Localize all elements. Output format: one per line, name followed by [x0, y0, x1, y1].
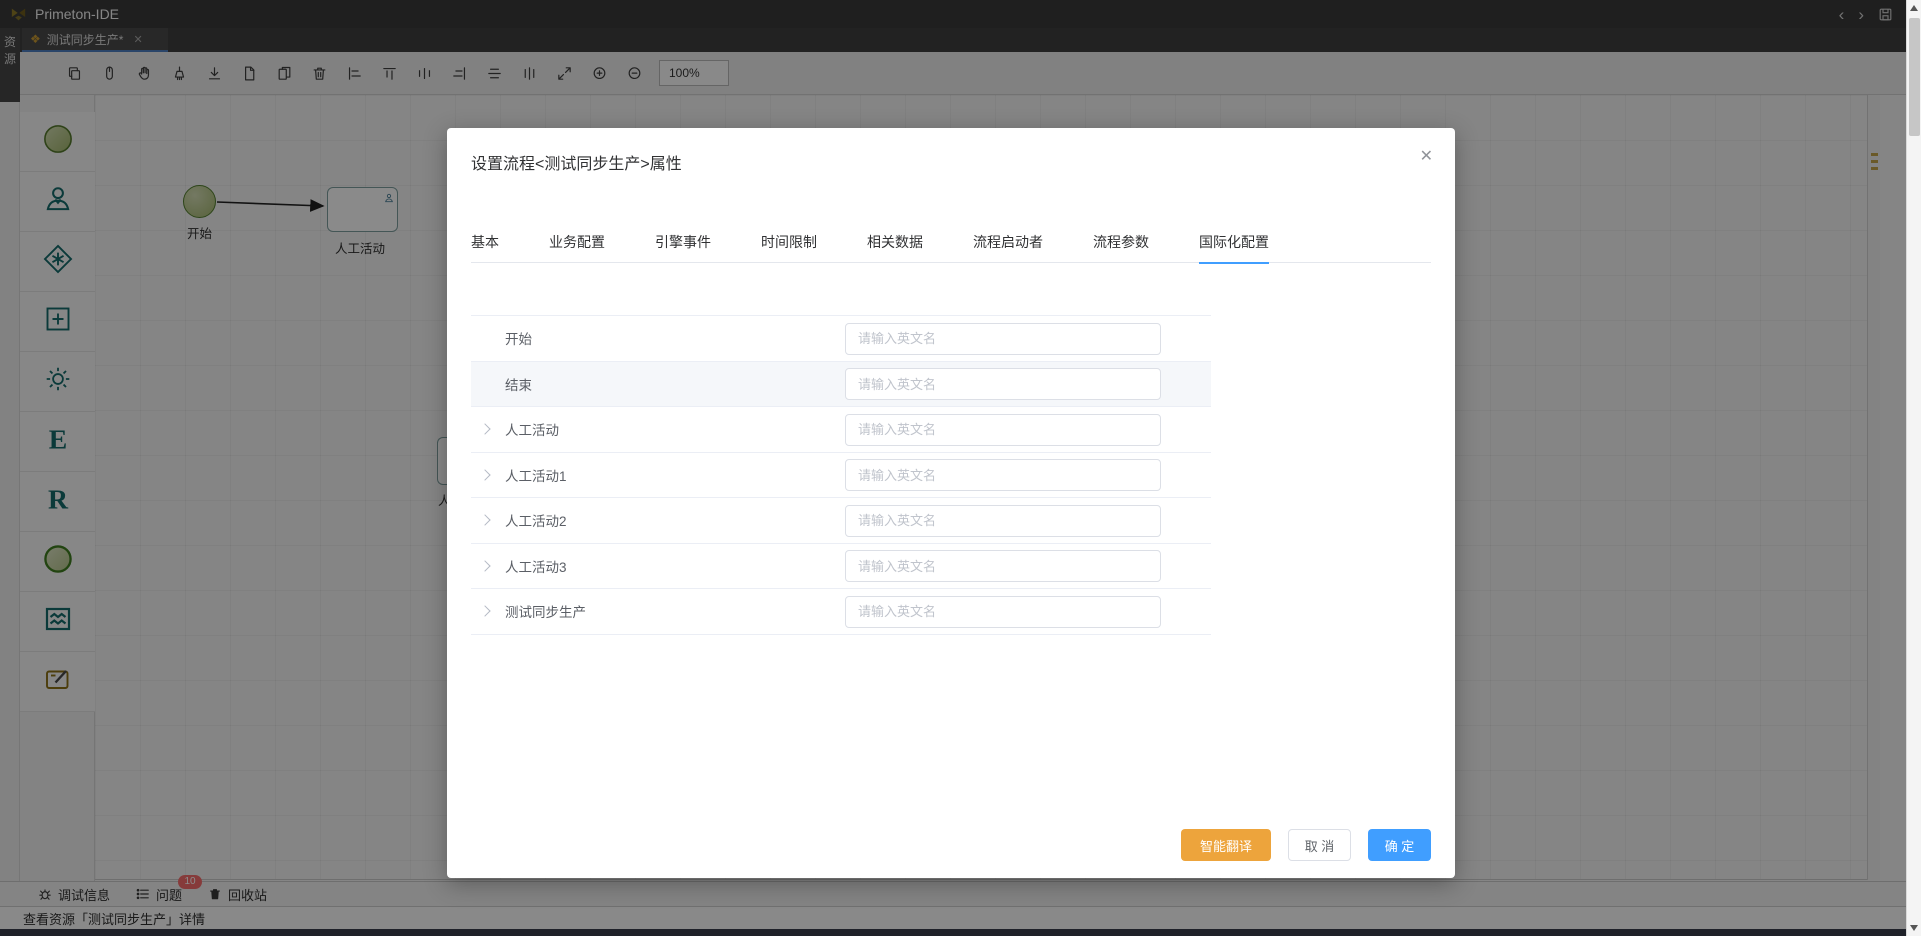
node-name-label: 结束 — [505, 374, 532, 394]
dialog-tab-2[interactable]: 引擎事件 — [655, 223, 711, 263]
dialog-tab-3[interactable]: 时间限制 — [761, 223, 817, 263]
node-name-label: 人工活动 — [505, 419, 559, 439]
english-name-input[interactable] — [845, 368, 1161, 400]
dialog-tab-6[interactable]: 流程参数 — [1093, 223, 1149, 263]
smart-translate-button[interactable]: 智能翻译 — [1181, 829, 1271, 861]
chevron-right-icon[interactable] — [479, 469, 490, 480]
english-name-input[interactable] — [845, 323, 1161, 355]
scrollbar-thumb[interactable] — [1909, 18, 1920, 136]
dialog-footer: 智能翻译 取 消 确 定 — [1181, 829, 1431, 861]
dialog-close-icon[interactable]: ✕ — [1420, 146, 1433, 166]
chevron-right-icon[interactable] — [479, 424, 490, 435]
english-name-input[interactable] — [845, 459, 1161, 491]
chevron-right-icon[interactable] — [479, 560, 490, 571]
dialog-tabs: 基本 业务配置 引擎事件 时间限制 相关数据 流程启动者 流程参数 国际化配置 — [471, 223, 1431, 263]
node-name-label: 测试同步生产 — [505, 601, 586, 621]
i18n-row: 测试同步生产 — [471, 589, 1211, 635]
i18n-row: 结束 — [471, 362, 1211, 408]
i18n-config-table: 开始结束人工活动人工活动1 人工活动2 人工活动3 测试同步生产 — [471, 315, 1211, 635]
english-name-input[interactable] — [845, 505, 1161, 537]
i18n-row: 人工活动 — [471, 407, 1211, 453]
i18n-row: 人工活动1 — [471, 453, 1211, 499]
dialog-tab-5[interactable]: 流程启动者 — [973, 223, 1043, 263]
dialog-tab-1[interactable]: 业务配置 — [549, 223, 605, 263]
dialog-tab-0[interactable]: 基本 — [471, 223, 499, 263]
process-properties-dialog: 设置流程<测试同步生产>属性 ✕ 基本 业务配置 引擎事件 时间限制 相关数据 流程启动者… — [447, 128, 1455, 878]
scroll-up-icon[interactable] — [1910, 5, 1918, 11]
cancel-button[interactable]: 取 消 — [1288, 829, 1351, 861]
chevron-right-icon[interactable] — [479, 515, 490, 526]
english-name-input[interactable] — [845, 550, 1161, 582]
english-name-input[interactable] — [845, 414, 1161, 446]
window-scrollbar[interactable] — [1906, 0, 1921, 936]
i18n-row: 人工活动3 — [471, 544, 1211, 590]
dialog-tab-7[interactable]: 国际化配置 — [1199, 223, 1269, 263]
dialog-tab-4[interactable]: 相关数据 — [867, 223, 923, 263]
dialog-title: 设置流程<测试同步生产>属性 — [471, 150, 682, 174]
confirm-button[interactable]: 确 定 — [1368, 829, 1431, 861]
node-name-label: 人工活动2 — [505, 510, 567, 530]
chevron-right-icon[interactable] — [479, 606, 490, 617]
scroll-down-icon[interactable] — [1910, 925, 1918, 931]
i18n-row: 开始 — [471, 316, 1211, 362]
node-name-label: 开始 — [505, 328, 532, 348]
english-name-input[interactable] — [845, 596, 1161, 628]
node-name-label: 人工活动3 — [505, 556, 567, 576]
node-name-label: 人工活动1 — [505, 465, 567, 485]
i18n-row: 人工活动2 — [471, 498, 1211, 544]
